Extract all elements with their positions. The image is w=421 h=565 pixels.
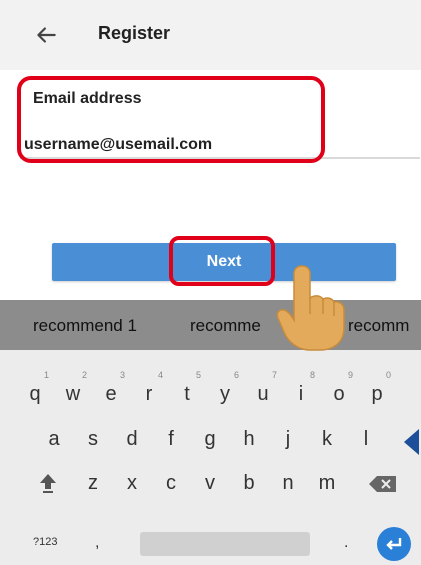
suggestion-3[interactable]: recomm [348,316,409,336]
key-y[interactable]: y6 [209,370,241,412]
key-d[interactable]: d [116,421,148,457]
key-t[interactable]: t5 [171,370,203,412]
key-n[interactable]: n [272,465,304,501]
key-c[interactable]: c [155,465,187,501]
period-key[interactable]: . [344,534,348,552]
enter-key[interactable] [377,527,411,561]
symbols-key[interactable]: ?123 [33,536,57,548]
key-r[interactable]: r4 [133,370,165,412]
pointing-hand-icon [276,265,345,351]
page-title: Register [98,23,171,43]
key-w[interactable]: w2 [57,370,89,412]
key-g[interactable]: g [194,421,226,457]
key-i[interactable]: i8 [285,370,317,412]
suggestion-1[interactable]: recommend 1 [33,316,137,336]
key-x[interactable]: x [116,465,148,501]
key-h[interactable]: h [233,421,265,457]
next-highlight-annotation [169,236,275,286]
suggestion-2[interactable]: recomme [190,316,261,336]
key-j[interactable]: j [272,421,304,457]
key-q[interactable]: q1 [19,370,51,412]
key-z[interactable]: z [77,465,109,501]
key-l[interactable]: l [350,421,382,457]
backspace-icon[interactable] [368,474,398,494]
key-s[interactable]: s [77,421,109,457]
key-b[interactable]: b [233,465,265,501]
email-highlight-annotation [17,76,325,163]
scroll-indicator-icon [404,429,419,455]
key-e[interactable]: e3 [95,370,127,412]
enter-icon [386,538,402,550]
key-u[interactable]: u7 [247,370,279,412]
key-v[interactable]: v [194,465,226,501]
comma-key[interactable]: , [95,534,99,552]
key-o[interactable]: o9 [323,370,355,412]
space-key[interactable] [140,532,310,556]
arrow-left-icon[interactable] [33,22,59,48]
key-a[interactable]: a [38,421,70,457]
key-k[interactable]: k [311,421,343,457]
key-f[interactable]: f [155,421,187,457]
shift-icon[interactable] [36,470,60,494]
key-p[interactable]: p0 [361,370,393,412]
app-bar: Register [0,0,421,70]
key-m[interactable]: m [311,465,343,501]
